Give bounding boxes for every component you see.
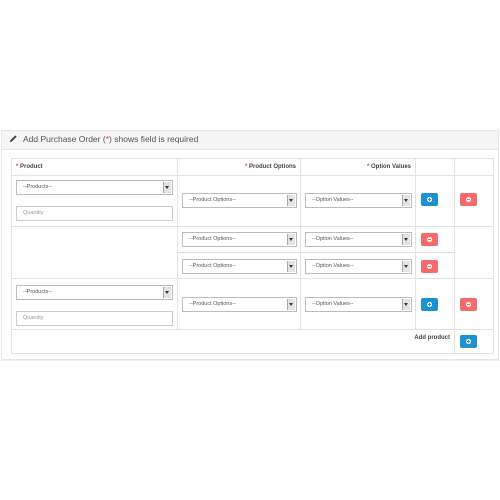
chevron-down-icon <box>163 182 171 193</box>
plus-circle-icon <box>427 302 432 307</box>
chevron-down-icon <box>287 261 295 272</box>
column-header-product-options: * Product Options <box>177 158 301 176</box>
option-values-select[interactable]: --Option Values-- <box>305 297 412 312</box>
plus-circle-icon <box>427 197 432 202</box>
remove-product-cell-empty <box>454 226 494 279</box>
add-option-button[interactable] <box>421 298 438 311</box>
chevron-down-icon <box>287 299 295 310</box>
product-options-select[interactable]: --Product Options-- <box>182 232 297 247</box>
add-product-label: Add product <box>414 335 450 341</box>
table-row: --Products-- Quantity --Product Options-… <box>11 175 494 227</box>
product-cell-empty <box>11 226 178 279</box>
column-header-product: * Product <box>11 158 178 176</box>
product-options-cell: --Product Options-- <box>177 175 301 227</box>
column-header-add <box>415 158 455 176</box>
option-values-select[interactable]: --Option Values-- <box>305 259 412 274</box>
table-row: --Products-- Quantity --Product Options-… <box>11 278 494 330</box>
option-values-cell: --Option Values-- <box>300 252 416 279</box>
minus-circle-icon <box>427 237 432 242</box>
footer-label-cell: Add product <box>11 329 455 354</box>
panel-title: Add Purchase Order (*) shows field is re… <box>23 134 198 144</box>
option-values-cell: --Option Values-- <box>300 175 416 227</box>
option-values-cell: --Option Values-- <box>300 278 416 330</box>
add-option-button[interactable] <box>421 193 438 206</box>
product-options-select[interactable]: --Product Options-- <box>182 259 297 274</box>
product-options-select[interactable]: --Product Options-- <box>182 297 297 312</box>
option-values-cell: --Option Values-- <box>300 226 416 253</box>
add-product-button[interactable] <box>460 335 477 348</box>
add-product-cell <box>454 329 494 354</box>
remove-product-button[interactable] <box>460 193 477 206</box>
plus-circle-icon <box>466 339 471 344</box>
chevron-down-icon <box>402 234 410 245</box>
minus-circle-icon <box>427 264 432 269</box>
title-prefix: Add Purchase Order <box>23 134 101 144</box>
minus-circle-icon <box>466 197 471 202</box>
minus-circle-icon <box>466 302 471 307</box>
quantity-input[interactable]: Quantity <box>16 206 173 221</box>
table-footer-row: Add product <box>11 329 494 354</box>
product-select[interactable]: --Products-- <box>16 180 173 195</box>
table-row: --Product Options-- --Option Values-- <box>11 226 494 279</box>
required-note-close: ) <box>109 134 112 144</box>
option-values-select[interactable]: --Option Values-- <box>305 193 412 208</box>
chevron-down-icon <box>402 299 410 310</box>
add-option-cell <box>415 175 455 227</box>
pencil-icon <box>9 135 17 143</box>
remove-option-button[interactable] <box>421 233 438 246</box>
chevron-down-icon <box>287 195 295 206</box>
remove-option-cell <box>415 252 455 279</box>
remove-product-cell <box>454 278 494 330</box>
chevron-down-icon <box>402 195 410 206</box>
purchase-order-panel: Add Purchase Order (*) shows field is re… <box>1 130 499 360</box>
product-cell: --Products-- Quantity <box>11 278 178 330</box>
title-suffix: shows field is required <box>114 134 199 144</box>
product-select[interactable]: --Products-- <box>16 285 173 300</box>
remove-product-cell <box>454 175 494 227</box>
product-options-select[interactable]: --Product Options-- <box>182 193 297 208</box>
product-table: * Product * Product Options * Option Val… <box>11 158 494 354</box>
divider <box>0 360 500 361</box>
table-header-row: * Product * Product Options * Option Val… <box>11 158 494 176</box>
chevron-down-icon <box>402 261 410 272</box>
option-values-select[interactable]: --Option Values-- <box>305 232 412 247</box>
product-options-cell: --Product Options-- <box>177 226 301 253</box>
chevron-down-icon <box>163 287 171 298</box>
column-header-option-values: * Option Values <box>300 158 416 176</box>
remove-option-button[interactable] <box>421 260 438 273</box>
product-options-cell: --Product Options-- <box>177 252 301 279</box>
panel-heading: Add Purchase Order (*) shows field is re… <box>2 131 498 150</box>
product-cell: --Products-- Quantity <box>11 175 178 227</box>
column-header-remove <box>454 158 494 176</box>
remove-option-cell <box>415 226 455 253</box>
chevron-down-icon <box>287 234 295 245</box>
product-options-cell: --Product Options-- <box>177 278 301 330</box>
add-option-cell <box>415 278 455 330</box>
quantity-input[interactable]: Quantity <box>16 311 173 326</box>
remove-product-button[interactable] <box>460 298 477 311</box>
